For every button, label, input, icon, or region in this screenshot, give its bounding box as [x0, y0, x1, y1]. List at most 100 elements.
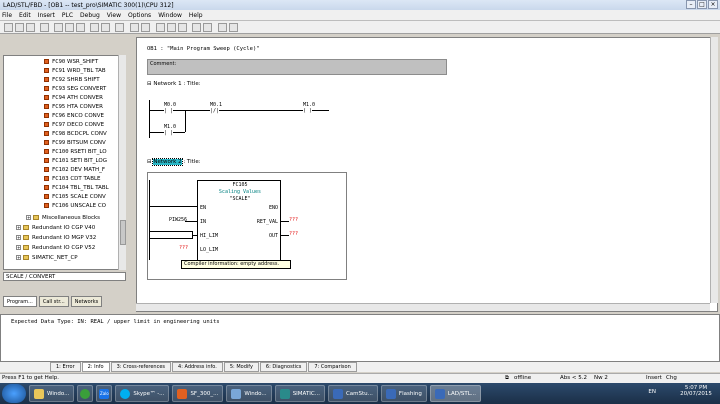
- taskbar-item[interactable]: Flashing: [380, 385, 427, 402]
- language-indicator[interactable]: EN: [648, 389, 656, 395]
- list-item[interactable]: FC94 ATH CONVER: [44, 93, 103, 102]
- expand-icon[interactable]: +: [26, 215, 31, 220]
- start-button-icon[interactable]: [2, 384, 26, 403]
- list-item[interactable]: FC97 DECO CONVE: [44, 120, 104, 129]
- tab-diagnostics[interactable]: 6: Diagnostics: [259, 362, 308, 372]
- menu-view[interactable]: View: [107, 12, 121, 19]
- list-item[interactable]: + SIMATIC_NET_CP: [16, 253, 78, 262]
- ladder-contact-icon[interactable]: [156, 23, 165, 32]
- lo-lim-operand[interactable]: ???: [179, 245, 188, 251]
- pin-out[interactable]: OUT: [269, 233, 278, 239]
- list-item[interactable]: FC100 RSETI BIT_LO: [44, 147, 107, 156]
- ladder-editor[interactable]: OB1 : "Main Program Sweep (Cycle)" Comme…: [136, 37, 718, 312]
- list-item[interactable]: FC92 SHRB SHIFT: [44, 75, 100, 84]
- list-item[interactable]: + Miscellaneous Blocks: [26, 213, 100, 222]
- fc105-scale-block[interactable]: FC105 Scaling Values "SCALE" EN IN HI_LI…: [197, 180, 281, 268]
- list-item[interactable]: FC90 WSR_SHIFT: [44, 57, 98, 66]
- clock[interactable]: 5:07 PM 20/07/2015: [676, 385, 716, 397]
- editor-horizontal-scrollbar[interactable]: [136, 303, 710, 311]
- taskbar-item-active[interactable]: LAD/STL...: [429, 385, 482, 402]
- tab-call-structure[interactable]: Call str...: [38, 296, 69, 307]
- undo-icon[interactable]: [115, 23, 124, 32]
- out-operand[interactable]: ???: [289, 231, 298, 237]
- taskbar-item[interactable]: SIMATIC...: [274, 385, 325, 402]
- pin-en[interactable]: EN: [200, 205, 206, 211]
- program-element-tree[interactable]: FC90 WSR_SHIFT FC91 WRD_TBL TAB FC92 SHR…: [3, 55, 124, 270]
- online-icon[interactable]: [130, 23, 139, 32]
- close-icon[interactable]: ×: [708, 0, 718, 9]
- ladder-coil-icon[interactable]: [167, 23, 176, 32]
- tab-modify[interactable]: 5: Modify: [223, 362, 259, 372]
- ret-val-operand[interactable]: ???: [289, 217, 298, 223]
- tree-scrollbar[interactable]: [118, 55, 126, 270]
- scroll-thumb[interactable]: [120, 220, 126, 245]
- minimize-icon[interactable]: –: [686, 0, 696, 9]
- list-item[interactable]: + Redundant IO MGP V32: [16, 233, 96, 242]
- list-item[interactable]: FC99 BITSUM CONV: [44, 138, 106, 147]
- branch-close-icon[interactable]: [203, 23, 212, 32]
- list-item[interactable]: + Redundant IO CGP V40: [16, 223, 95, 232]
- list-item[interactable]: FC103 CDT TABLE: [44, 174, 101, 183]
- open-icon[interactable]: [15, 23, 24, 32]
- pin-lo-lim[interactable]: LO_LIM: [200, 247, 218, 253]
- pin-hi-lim[interactable]: HI_LIM: [200, 233, 218, 239]
- pin-ret-val[interactable]: RET_VAL: [257, 219, 278, 225]
- editor-vertical-scrollbar[interactable]: [710, 37, 718, 303]
- taskbar-item[interactable]: Zalo: [96, 385, 113, 402]
- menu-help[interactable]: Help: [189, 12, 203, 19]
- taskbar-item[interactable]: SF_300_...: [172, 385, 224, 402]
- maximize-icon[interactable]: □: [697, 0, 707, 9]
- branch-open-icon[interactable]: [192, 23, 201, 32]
- copy-icon[interactable]: [65, 23, 74, 32]
- taskbar-item[interactable]: Windo...: [226, 385, 272, 402]
- list-item[interactable]: FC91 WRD_TBL TAB: [44, 66, 106, 75]
- menu-file[interactable]: File: [2, 12, 12, 19]
- monitor-icon[interactable]: [218, 23, 227, 32]
- upload-icon[interactable]: [101, 23, 110, 32]
- tab-address-info[interactable]: 4: Address info.: [172, 362, 223, 372]
- in-operand[interactable]: PIW256: [169, 217, 187, 223]
- taskbar-item[interactable]: CamStu...: [327, 385, 378, 402]
- list-item[interactable]: FC102 DEV MATH_F: [44, 165, 105, 174]
- taskbar-item[interactable]: Skype™ -...: [115, 385, 170, 402]
- save-icon[interactable]: [26, 23, 35, 32]
- list-item[interactable]: FC101 SETI BIT_LOG: [44, 156, 107, 165]
- taskbar-item[interactable]: Windo...: [29, 385, 75, 402]
- list-item[interactable]: FC95 HTA CONVER: [44, 102, 103, 111]
- tab-error[interactable]: 1: Error: [50, 362, 81, 372]
- network-toggle-icon[interactable]: ⊟: [147, 81, 152, 87]
- pin-eno[interactable]: ENO: [269, 205, 278, 211]
- list-item[interactable]: FC96 ENCO CONVE: [44, 111, 104, 120]
- expand-icon[interactable]: +: [16, 245, 21, 250]
- menu-debug[interactable]: Debug: [80, 12, 100, 19]
- paste-icon[interactable]: [76, 23, 85, 32]
- list-item[interactable]: FC98 BCDCPL CONV: [44, 129, 107, 138]
- tab-program-elements[interactable]: Program...: [3, 296, 37, 307]
- network-1-header[interactable]: ⊟ Network 1 : Title:: [147, 81, 201, 87]
- tab-networks[interactable]: Networks: [70, 296, 103, 307]
- download-icon[interactable]: [90, 23, 99, 32]
- network-2-label[interactable]: Network 2: [152, 158, 183, 166]
- menu-plc[interactable]: PLC: [62, 12, 73, 19]
- comment-field[interactable]: Comment:: [147, 59, 447, 75]
- cut-icon[interactable]: [54, 23, 63, 32]
- offline-icon[interactable]: [141, 23, 150, 32]
- list-item[interactable]: FC104 TBL_TBL TABL: [44, 183, 109, 192]
- print-icon[interactable]: [40, 23, 49, 32]
- list-item[interactable]: FC105 SCALE CONV: [44, 192, 106, 201]
- menu-window[interactable]: Window: [158, 12, 182, 19]
- network-toggle-icon[interactable]: ⊟: [147, 159, 152, 165]
- tab-info[interactable]: 2: Info: [81, 362, 110, 372]
- expand-icon[interactable]: +: [16, 255, 21, 260]
- expand-icon[interactable]: +: [16, 225, 21, 230]
- network-2-header[interactable]: ⊟ Network 2 : Title:: [147, 158, 201, 166]
- box-icon[interactable]: [178, 23, 187, 32]
- list-item[interactable]: FC93 SEG CONVERT: [44, 84, 106, 93]
- menu-edit[interactable]: Edit: [19, 12, 31, 19]
- list-item[interactable]: + Redundant IO CGP V52: [16, 243, 95, 252]
- menu-options[interactable]: Options: [128, 12, 151, 19]
- menu-insert[interactable]: Insert: [38, 12, 55, 19]
- pin-in[interactable]: IN: [200, 219, 206, 225]
- tab-cross-references[interactable]: 3: Cross-references: [110, 362, 172, 372]
- list-item[interactable]: FC106 UNSCALE CO: [44, 201, 106, 210]
